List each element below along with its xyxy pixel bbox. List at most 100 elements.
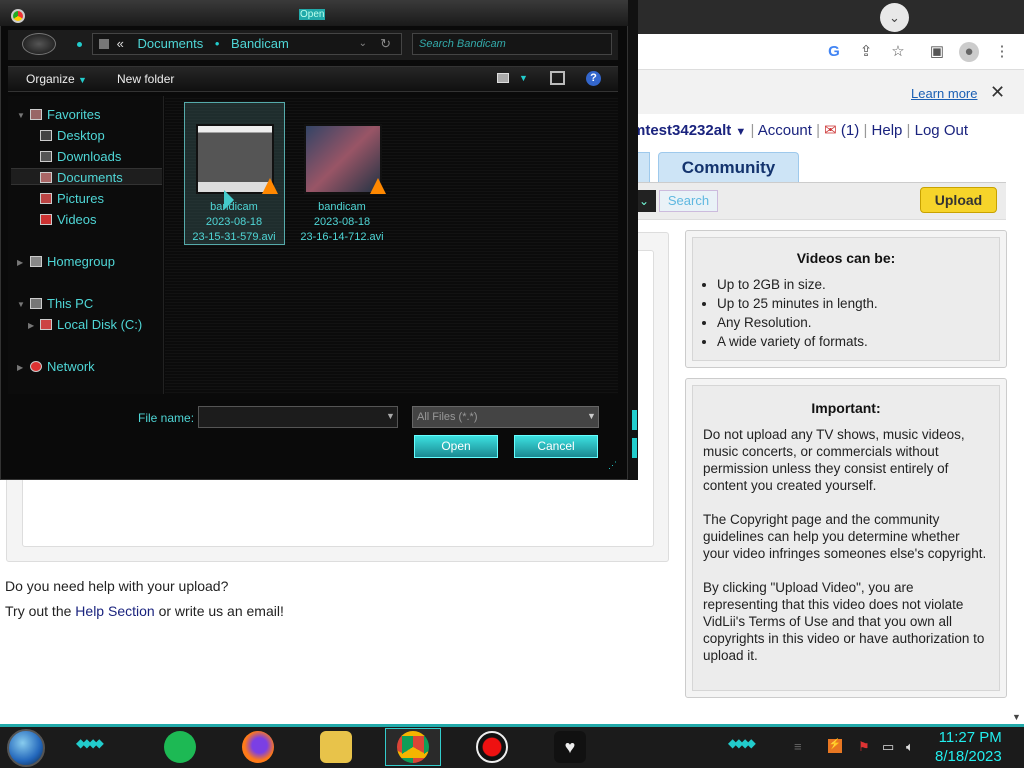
messages-count-link[interactable]: (1)	[841, 122, 859, 139]
logout-link[interactable]: Log Out	[915, 122, 968, 139]
cancel-button[interactable]: Cancel	[514, 435, 598, 458]
chevron-down-icon[interactable]: ▼	[519, 73, 528, 83]
share-icon[interactable]: ⇪	[856, 42, 876, 62]
pictures-icon	[40, 193, 52, 204]
user-bar: mtest34232alt ▼ | Account | ✉ (1) | Help…	[632, 122, 968, 139]
spotify-icon[interactable]	[164, 731, 196, 763]
help-icon[interactable]: ?	[586, 71, 601, 86]
nav-downloads[interactable]: Downloads	[40, 149, 121, 164]
preview-pane-icon[interactable]	[550, 71, 565, 85]
breadcrumb-bandicam[interactable]: Bandicam	[231, 36, 289, 51]
network-icon	[30, 361, 42, 372]
nav-desktop[interactable]: Desktop	[40, 128, 105, 143]
list-item: Up to 2GB in size.	[717, 275, 999, 294]
vlc-cone-icon	[370, 178, 386, 194]
tab-search-button[interactable]: ⌄	[880, 3, 909, 32]
open-button[interactable]: Open	[414, 435, 498, 458]
scroll-down-arrow[interactable]: ▼	[1012, 712, 1021, 722]
profile-icon[interactable]: ●	[959, 42, 979, 62]
bookmark-star-icon[interactable]: ☆	[888, 42, 908, 62]
help-line: Try out the Help Section or write us an …	[5, 603, 284, 619]
nav-videos[interactable]: Videos	[40, 212, 97, 227]
desktop-icon	[40, 130, 52, 141]
username-link[interactable]: mtest34232alt	[632, 122, 731, 139]
google-icon[interactable]: G	[824, 42, 844, 62]
nav-pictures[interactable]: Pictures	[40, 191, 104, 206]
nav-favorites[interactable]: Favorites	[30, 107, 100, 122]
chrome-taskbar-icon[interactable]	[397, 731, 429, 763]
start-button[interactable]	[7, 729, 45, 767]
nav-homegroup[interactable]: Homegroup	[30, 254, 115, 269]
search-input[interactable]: Search Bandicam	[412, 33, 612, 55]
account-link[interactable]: Account	[758, 122, 812, 139]
downloads-icon	[40, 151, 52, 162]
important-paragraph: Do not upload any TV shows, music videos…	[703, 427, 965, 493]
breadcrumb-documents[interactable]: Documents	[137, 36, 203, 51]
menu-kebab-icon[interactable]: ⋮	[992, 42, 1012, 62]
expand-arrow-icon[interactable]: ▼	[17, 111, 25, 120]
videos-can-be-title: Videos can be:	[796, 250, 896, 266]
expand-arrow-icon[interactable]: ▶	[28, 321, 34, 330]
view-options-icon[interactable]	[497, 73, 509, 83]
list-item: Any Resolution.	[717, 313, 999, 332]
bandicam-record-icon[interactable]	[476, 731, 508, 763]
file-item[interactable]: bandicam 2023-08-18 23-16-14-712.avi	[292, 200, 392, 245]
firefox-icon[interactable]	[242, 731, 274, 763]
file-name-input[interactable]	[198, 406, 398, 428]
important-paragraph: The Copyright page and the community gui…	[703, 512, 987, 561]
list-item: A wide variety of formats.	[717, 332, 999, 351]
file-item[interactable]: bandicam 2023-08-18 23-15-31-579.avi	[184, 200, 284, 245]
show-desktop-icon[interactable]: ≡	[794, 739, 802, 754]
close-icon[interactable]: ✕	[990, 82, 1005, 103]
search-button[interactable]: Search	[659, 190, 718, 212]
documents-icon	[40, 172, 52, 183]
chevron-down-icon: ▼	[78, 75, 87, 85]
expand-arrow-icon[interactable]: ▼	[17, 300, 25, 309]
clock[interactable]: 11:27 PM 8/18/2023	[935, 728, 1002, 766]
organize-button[interactable]: Organize ▼	[26, 72, 87, 86]
vlc-cone-icon	[262, 178, 278, 194]
mail-icon[interactable]: ✉	[824, 122, 837, 139]
expand-arrow-icon[interactable]: ▶	[17, 258, 23, 267]
tray-app-icon[interactable]: ⚡	[828, 739, 842, 753]
refresh-icon[interactable]: ↻	[380, 34, 391, 54]
folder-icon	[99, 39, 109, 49]
chevron-down-icon[interactable]: ▼	[587, 411, 596, 421]
important-box: Important: Do not upload any TV shows, m…	[685, 378, 1007, 698]
upload-button[interactable]: Upload	[920, 187, 997, 213]
flag-icon[interactable]: ⚑	[858, 739, 870, 755]
resize-grip-icon[interactable]: ⋰	[608, 460, 617, 471]
nav-local-disk[interactable]: Local Disk (C:)	[40, 317, 142, 332]
side-panel-icon[interactable]: ▣	[927, 42, 947, 62]
help-section-link[interactable]: Help Section	[75, 603, 154, 619]
file-explorer-icon[interactable]	[320, 731, 352, 763]
breadcrumb[interactable]: « Documents • Bandicam ⌄ ↻	[92, 33, 402, 55]
videos-can-be-box: Videos can be: Up to 2GB in size. Up to …	[685, 230, 1007, 368]
learn-more-link[interactable]: Learn more	[911, 86, 977, 101]
frame-light	[632, 438, 637, 458]
dialog-title: Open	[299, 9, 326, 20]
back-forward-orb-icon[interactable]	[22, 33, 56, 55]
nav-this-pc[interactable]: This PC	[30, 296, 93, 311]
volume-icon[interactable]: 🔈︎	[906, 739, 914, 755]
help-link[interactable]: Help	[872, 122, 903, 139]
chevron-down-icon[interactable]: ▼	[386, 411, 395, 421]
clock-date: 8/18/2023	[935, 748, 1002, 765]
network-tray-icon[interactable]: ▭	[882, 739, 894, 755]
tab-community[interactable]: Community	[658, 152, 799, 182]
expand-arrow-icon[interactable]: ▶	[17, 363, 23, 372]
dialog-frame-edge	[628, 0, 638, 480]
new-folder-button[interactable]: New folder	[117, 72, 174, 86]
chevron-down-icon[interactable]: ⌄	[359, 34, 367, 54]
chevron-down-icon[interactable]: ▼	[735, 126, 746, 138]
disk-icon	[40, 319, 52, 330]
star-icon	[30, 109, 42, 120]
browser-toolbar: G ⇪ ☆ ▣ ● ⋮	[630, 34, 1024, 70]
file-type-select[interactable]: All Files (*.*)	[412, 406, 599, 428]
mouse-cursor-icon	[224, 190, 234, 210]
nav-network[interactable]: Network	[30, 359, 95, 374]
app-mask-icon[interactable]: ♥	[554, 731, 586, 763]
recent-dot-icon[interactable]	[77, 42, 82, 47]
important-title: Important:	[811, 400, 881, 416]
nav-documents[interactable]: Documents	[40, 170, 123, 185]
